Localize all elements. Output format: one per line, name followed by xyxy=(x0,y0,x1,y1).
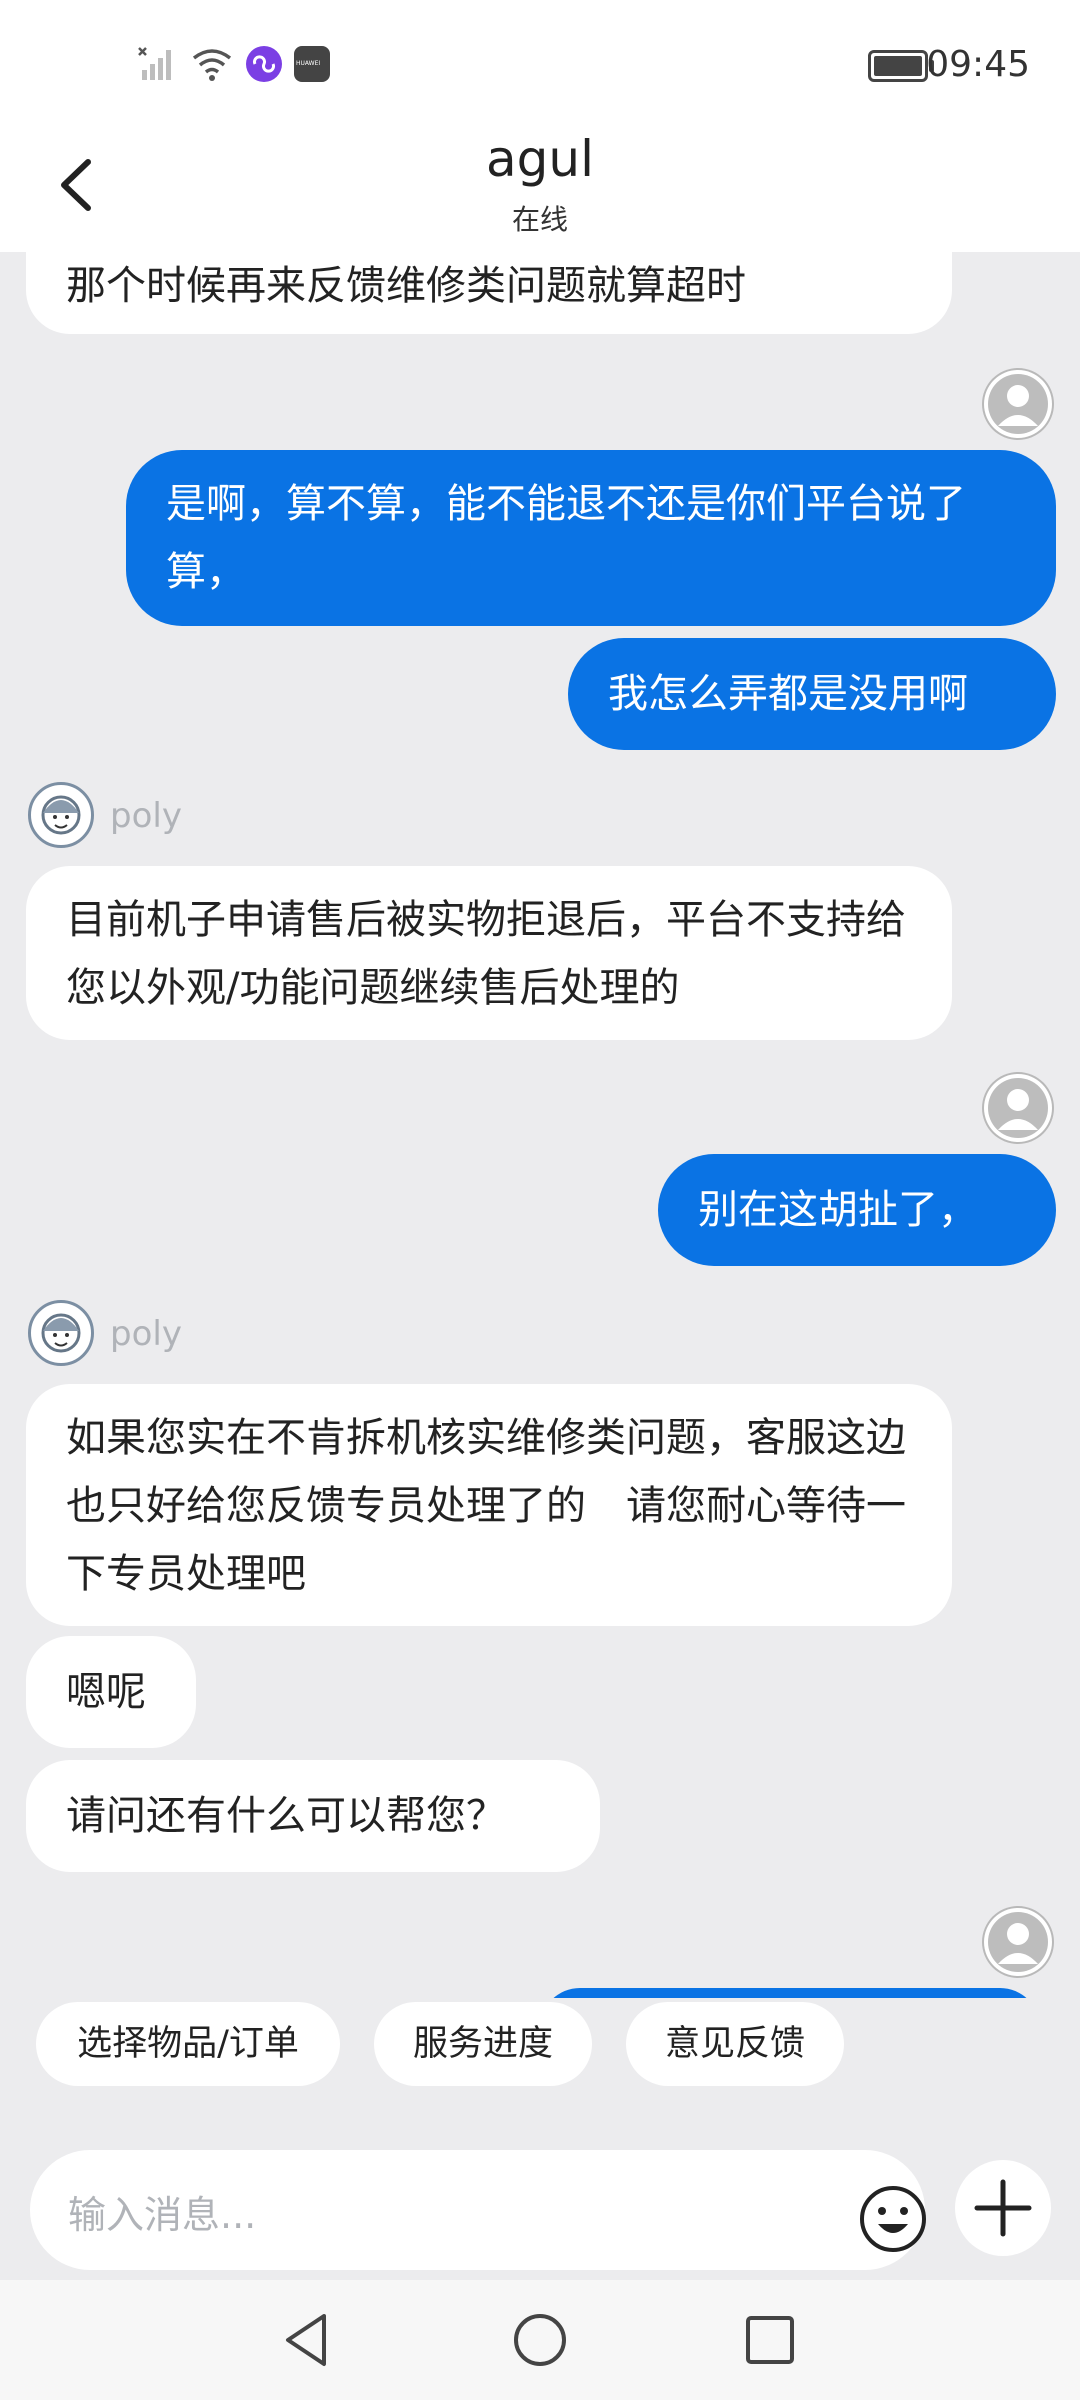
link-app-icon xyxy=(246,46,282,82)
plus-icon xyxy=(974,2179,1032,2237)
chat-messages[interactable]: 那个时候再来反馈维修类问题就算超时 是啊，算不算，能不能退不还是你们平台说了算，… xyxy=(0,252,1080,1998)
outgoing-message: 我怎么弄都是没用啊 xyxy=(568,638,1056,750)
signal-icon xyxy=(138,47,171,80)
nav-home-icon[interactable] xyxy=(508,2308,572,2372)
agent-name: poly xyxy=(110,1314,182,1354)
status-time: 09:45 xyxy=(926,44,1030,85)
incoming-message: 嗯呢 xyxy=(26,1636,196,1748)
outgoing-message: 是啊，算不算，能不能退不还是你们平台说了算， xyxy=(126,450,1056,626)
message-text: 目前机子申请售后被实物拒退后，平台不支持给您以外观/功能问题继续售后处理的 xyxy=(66,897,906,1011)
status-bar: HUAWEI 09:45 xyxy=(0,0,1080,130)
outgoing-message-partial xyxy=(540,1988,1040,1998)
add-attachment-button[interactable] xyxy=(955,2160,1051,2256)
message-text: 是啊，算不算，能不能退不还是你们平台说了算， xyxy=(166,481,966,595)
message-text: 别在这胡扯了， xyxy=(698,1187,978,1233)
agent-name: poly xyxy=(110,796,182,836)
status-icons: HUAWEI xyxy=(138,46,330,82)
message-input[interactable]: 输入消息... xyxy=(30,2150,928,2270)
user-avatar xyxy=(982,1072,1054,1144)
nav-back-icon[interactable] xyxy=(276,2308,340,2372)
input-bar: 输入消息... xyxy=(0,2120,1080,2280)
incoming-message: 如果您实在不肯拆机核实维修类问题，客服这边也只好给您反馈专员处理了的 请您耐心等… xyxy=(26,1384,952,1626)
online-status: 在线 xyxy=(511,203,568,236)
contact-name: agul xyxy=(486,130,594,188)
quick-action-feedback[interactable]: 意见反馈 xyxy=(626,2002,844,2086)
battery-icon xyxy=(868,50,934,82)
message-text: 我怎么弄都是没用啊 xyxy=(608,671,968,717)
system-nav-bar xyxy=(0,2280,1080,2400)
huawei-app-label: HUAWEI xyxy=(296,60,321,67)
quick-actions: 选择物品/订单 服务进度 意见反馈 xyxy=(0,2002,1080,2106)
chat-header: agul 在线 xyxy=(0,130,1080,252)
wifi-icon xyxy=(192,49,232,81)
message-input-placeholder: 输入消息... xyxy=(68,2193,257,2237)
huawei-app-icon: HUAWEI xyxy=(294,46,330,82)
user-avatar xyxy=(982,368,1054,440)
agent-avatar xyxy=(28,782,94,848)
message-text: 请问还有什么可以帮您？ xyxy=(66,1793,506,1839)
incoming-message: 那个时候再来反馈维修类问题就算超时 xyxy=(26,252,952,334)
quick-action-select-order[interactable]: 选择物品/订单 xyxy=(36,2002,340,2086)
outgoing-message: 别在这胡扯了， xyxy=(658,1154,1056,1266)
agent-avatar xyxy=(28,1300,94,1366)
incoming-message: 请问还有什么可以帮您？ xyxy=(26,1760,600,1872)
incoming-message: 目前机子申请售后被实物拒退后，平台不支持给您以外观/功能问题继续售后处理的 xyxy=(26,866,952,1040)
user-avatar xyxy=(982,1906,1054,1978)
nav-recents-icon[interactable] xyxy=(738,2308,802,2372)
quick-action-service-progress[interactable]: 服务进度 xyxy=(374,2002,592,2086)
message-text: 嗯呢 xyxy=(66,1669,146,1715)
emoji-icon[interactable] xyxy=(858,2184,928,2254)
message-text: 那个时候再来反馈维修类问题就算超时 xyxy=(66,263,746,309)
message-text: 如果您实在不肯拆机核实维修类问题，客服这边也只好给您反馈专员处理了的 请您耐心等… xyxy=(66,1415,906,1597)
